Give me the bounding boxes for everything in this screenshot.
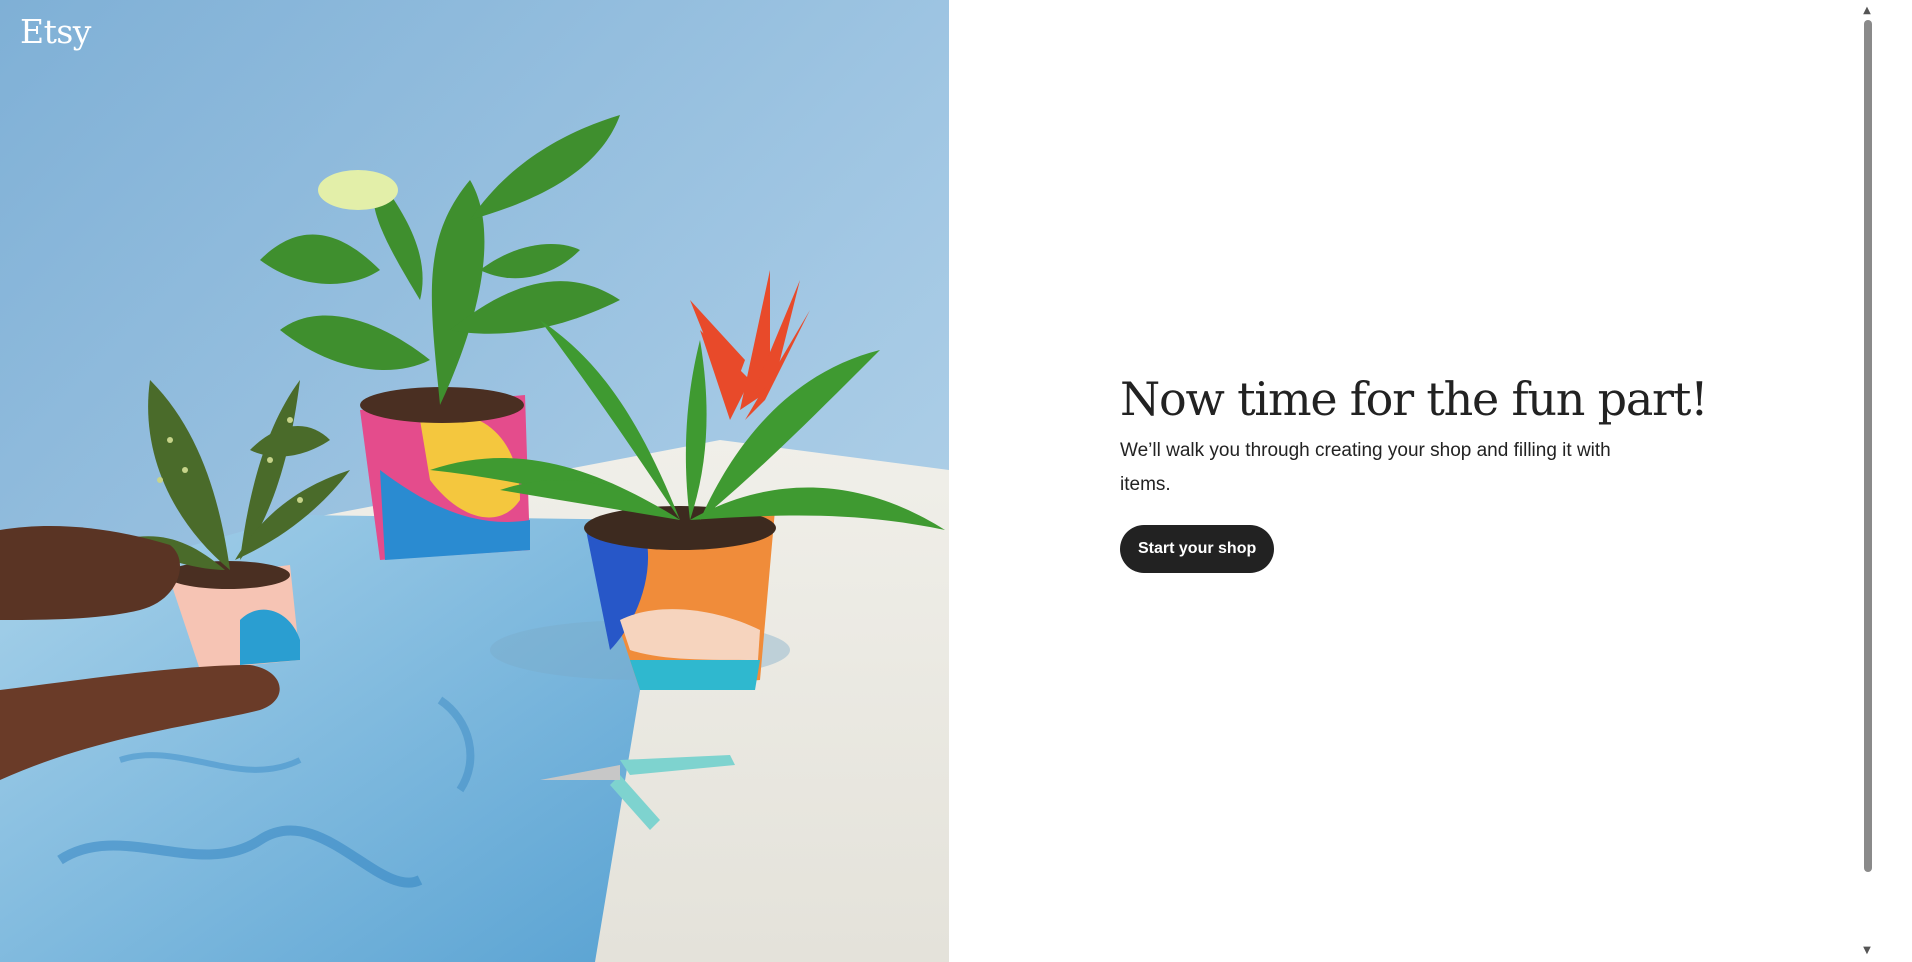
page-title: Now time for the fun part!	[1120, 372, 1709, 426]
start-your-shop-button[interactable]: Start your shop	[1120, 525, 1275, 573]
page-description: We’ll walk you through creating your sho…	[1120, 440, 1611, 495]
scroll-down-arrow-icon[interactable]: ▼	[1852, 942, 1882, 960]
page: Etsy Now time for the fun part! We’ll wa…	[0, 0, 1912, 962]
scroll-up-arrow-icon[interactable]: ▲	[1852, 2, 1882, 20]
etsy-logo[interactable]: Etsy	[20, 12, 91, 51]
onboarding-panel: Now time for the fun part! We’ll walk yo…	[949, 0, 1882, 962]
plants-photo	[0, 0, 949, 962]
onboarding-content: Now time for the fun part! We’ll walk yo…	[1120, 370, 1720, 573]
vertical-scrollbar[interactable]: ▲ ▼	[1852, 0, 1882, 962]
hero-image: Etsy	[0, 0, 949, 962]
scroll-thumb[interactable]	[1864, 20, 1872, 872]
